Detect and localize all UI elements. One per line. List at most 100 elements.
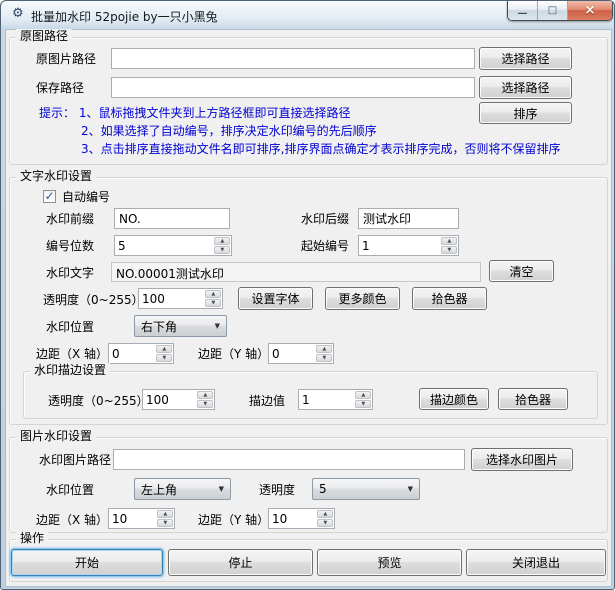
image-margin-y-spin-down-button[interactable]: ▼	[317, 519, 333, 527]
stroke-width-label: 描边值	[249, 394, 286, 408]
prefix-label: 水印前缀	[46, 212, 95, 226]
text-margin-y-spinner[interactable]: ▲ ▼	[268, 343, 334, 364]
spin-down-icon: ▼	[163, 519, 167, 526]
hint-line-1: 提示： 1、鼠标拖拽文件夹到上方路径框即可直接选择路径	[39, 106, 351, 120]
text-margin-y-spin-down-button[interactable]: ▼	[316, 354, 332, 362]
start-spin-down-button[interactable]: ▼	[441, 246, 457, 254]
clear-button[interactable]: 清空	[489, 260, 554, 282]
maximize-button[interactable]: □	[538, 1, 568, 20]
text-margin-y-spin-up-button[interactable]: ▲	[316, 345, 332, 353]
text-position-select[interactable]: 右下角 ▼	[134, 315, 227, 337]
image-opacity-label: 透明度	[259, 483, 296, 497]
more-colors-button[interactable]: 更多颜色	[325, 287, 400, 310]
choose-source-path-button[interactable]: 选择路径	[479, 47, 572, 70]
text-opacity-spinner[interactable]: ▲ ▼	[138, 288, 223, 309]
prefix-input[interactable]	[114, 208, 230, 229]
hint-line-3: 3、点击排序直接拖动文件名即可排序,排序界面点确定才表示排序完成，否则将不保留排…	[81, 142, 561, 156]
spin-down-icon: ▼	[203, 400, 207, 407]
stroke-opacity-spin-up-button[interactable]: ▲	[197, 391, 213, 399]
stroke-width-spin-down-button[interactable]: ▼	[355, 400, 371, 408]
watermark-text-label: 水印文字	[46, 266, 95, 280]
text-watermark-group-title: 文字水印设置	[16, 169, 97, 183]
image-margin-x-label: 边距（X 轴）	[36, 513, 109, 527]
check-icon: ✓	[44, 189, 55, 203]
set-font-button[interactable]: 设置字体	[238, 287, 313, 310]
image-margin-x-input[interactable]	[109, 509, 156, 528]
stroke-settings-group-title: 水印描边设置	[30, 363, 111, 377]
stroke-opacity-spin-down-button[interactable]: ▼	[197, 400, 213, 408]
spin-up-icon: ▲	[162, 345, 166, 352]
text-opacity-spin-buttons: ▲ ▼	[204, 289, 222, 308]
spin-up-icon: ▲	[211, 290, 215, 297]
stroke-opacity-input[interactable]	[143, 390, 196, 409]
image-watermark-group-title: 图片水印设置	[16, 429, 97, 443]
image-margin-x-spinner[interactable]: ▲ ▼	[108, 508, 175, 529]
image-opacity-select[interactable]: 5 ▼	[312, 478, 420, 500]
text-opacity-label: 透明度（0~255）	[43, 293, 144, 307]
spin-down-icon: ▼	[322, 354, 326, 361]
image-margin-x-spin-down-button[interactable]: ▼	[157, 519, 173, 527]
save-path-input[interactable]	[111, 77, 475, 98]
watermark-text-field[interactable]: NO.00001测试水印	[111, 262, 481, 282]
start-spin-up-button[interactable]: ▲	[441, 237, 457, 245]
text-opacity-spin-up-button[interactable]: ▲	[205, 290, 221, 298]
text-margin-x-spinner[interactable]: ▲ ▼	[108, 343, 174, 364]
text-margin-x-spin-buttons: ▲ ▼	[155, 344, 173, 363]
start-number-input[interactable]	[359, 236, 440, 255]
suffix-input[interactable]	[358, 208, 459, 229]
text-margin-x-input[interactable]	[109, 344, 155, 363]
stroke-width-spinner[interactable]: ▲ ▼	[298, 389, 373, 410]
digits-spin-down-button[interactable]: ▼	[214, 246, 230, 254]
chevron-down-icon: ▼	[218, 484, 224, 493]
digits-spin-buttons: ▲ ▼	[213, 236, 231, 255]
spin-down-icon: ▼	[220, 246, 224, 253]
stroke-color-button[interactable]: 描边颜色	[419, 388, 489, 410]
image-margin-y-spin-buttons: ▲ ▼	[316, 509, 334, 528]
digits-spin-up-button[interactable]: ▲	[214, 237, 230, 245]
close-button[interactable]: ×	[568, 1, 612, 20]
image-path-input[interactable]	[113, 449, 465, 470]
hint-line-2: 2、如果选择了自动编号，排序决定水印编号的先后顺序	[81, 124, 377, 138]
stop-button[interactable]: 停止	[168, 549, 313, 576]
image-margin-y-input[interactable]	[269, 509, 316, 528]
spin-down-icon: ▼	[211, 299, 215, 306]
spin-up-icon: ▲	[163, 510, 167, 517]
choose-watermark-image-button[interactable]: 选择水印图片	[471, 448, 573, 471]
image-position-label: 水印位置	[46, 483, 95, 497]
text-opacity-spin-down-button[interactable]: ▼	[205, 299, 221, 307]
start-button[interactable]: 开始	[11, 549, 163, 576]
start-spin-buttons: ▲ ▼	[440, 236, 458, 255]
color-picker-button[interactable]: 拾色器	[412, 287, 487, 310]
preview-button[interactable]: 预览	[317, 549, 462, 576]
auto-number-checkbox[interactable]: ✓	[43, 190, 56, 203]
minimize-button[interactable]: —	[508, 1, 538, 20]
sort-button[interactable]: 排序	[479, 102, 572, 124]
digits-spinner[interactable]: ▲ ▼	[114, 235, 232, 256]
image-margin-y-spinner[interactable]: ▲ ▼	[268, 508, 335, 529]
text-margin-x-spin-up-button[interactable]: ▲	[156, 345, 172, 353]
digits-input[interactable]	[115, 236, 213, 255]
spin-up-icon: ▲	[322, 345, 326, 352]
image-margin-y-label: 边距（Y 轴）	[198, 513, 270, 527]
text-margin-x-spin-down-button[interactable]: ▼	[156, 354, 172, 362]
app-icon: ⚙	[12, 6, 24, 21]
spin-down-icon: ▼	[323, 519, 327, 526]
text-opacity-input[interactable]	[139, 289, 204, 308]
spin-up-icon: ▲	[220, 237, 224, 244]
image-margin-x-spin-up-button[interactable]: ▲	[157, 510, 173, 518]
image-margin-y-spin-up-button[interactable]: ▲	[317, 510, 333, 518]
text-margin-y-input[interactable]	[269, 344, 315, 363]
suffix-label: 水印后缀	[301, 212, 350, 226]
spin-down-icon: ▼	[447, 246, 451, 253]
close-exit-button[interactable]: 关闭退出	[466, 549, 606, 576]
source-image-path-input[interactable]	[111, 48, 475, 69]
choose-save-path-button[interactable]: 选择路径	[479, 76, 572, 99]
start-number-spinner[interactable]: ▲ ▼	[358, 235, 459, 256]
stroke-width-spin-up-button[interactable]: ▲	[355, 391, 371, 399]
spin-up-icon: ▲	[323, 510, 327, 517]
window-controls: — □ ×	[507, 1, 613, 21]
image-position-select[interactable]: 左上角 ▼	[134, 478, 231, 500]
stroke-width-input[interactable]	[299, 390, 354, 409]
stroke-opacity-spinner[interactable]: ▲ ▼	[142, 389, 215, 410]
stroke-color-picker-button[interactable]: 拾色器	[498, 388, 568, 410]
